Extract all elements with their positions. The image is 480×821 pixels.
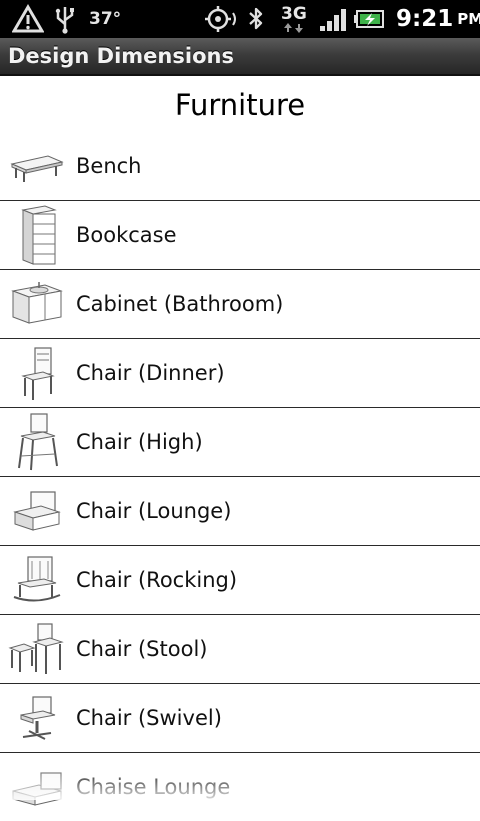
list-item-chair-dinner[interactable]: Chair (Dinner)	[0, 339, 480, 408]
list-item-label: Chair (Lounge)	[76, 499, 232, 523]
list-item-label: Chair (Dinner)	[76, 361, 225, 385]
rocking-chair-icon	[8, 548, 66, 612]
clock-time: 9:21	[396, 6, 454, 32]
list-item-cabinet-bathroom[interactable]: Cabinet (Bathroom)	[0, 270, 480, 339]
furniture-list: Bench Bookcase Cabinet (Bathroom) Chair …	[0, 132, 480, 821]
app-title-bar: Design Dimensions	[0, 38, 480, 76]
list-item-chair-high[interactable]: Chair (High)	[0, 408, 480, 477]
page-title: Furniture	[174, 88, 306, 122]
list-item-label: Bench	[76, 154, 142, 178]
chaise-lounge-icon	[8, 755, 66, 819]
dinner-chair-icon	[8, 341, 66, 405]
stool-icon	[8, 617, 66, 681]
cabinet-icon	[8, 272, 66, 336]
battery-charging-icon	[354, 0, 388, 38]
bench-icon	[8, 134, 66, 198]
list-item-chair-lounge[interactable]: Chair (Lounge)	[0, 477, 480, 546]
list-item-label: Chair (High)	[76, 430, 203, 454]
list-item-label: Cabinet (Bathroom)	[76, 292, 284, 316]
list-item-chair-rocking[interactable]: Chair (Rocking)	[0, 546, 480, 615]
list-item-bench[interactable]: Bench	[0, 132, 480, 201]
network-3g-icon: 3G	[281, 0, 307, 38]
warning-icon	[12, 0, 44, 38]
network-type-label: 3G	[281, 3, 307, 24]
list-item-label: Chair (Swivel)	[76, 706, 222, 730]
list-item-chair-swivel[interactable]: Chair (Swivel)	[0, 684, 480, 753]
usb-icon	[54, 0, 76, 38]
signal-icon	[318, 0, 348, 38]
lounge-chair-icon	[8, 479, 66, 543]
list-item-chair-stool[interactable]: Chair (Stool)	[0, 615, 480, 684]
bookcase-icon	[8, 203, 66, 267]
app-title: Design Dimensions	[8, 44, 234, 68]
high-chair-icon	[8, 410, 66, 474]
bluetooth-icon	[247, 0, 265, 38]
clock: 9:21 PM	[396, 0, 480, 38]
list-item-chaise-lounge[interactable]: Chaise Lounge	[0, 753, 480, 821]
status-bar: 37° 3G 9:21 PM	[0, 0, 480, 38]
gps-icon	[202, 0, 238, 38]
list-item-label: Bookcase	[76, 223, 177, 247]
list-item-bookcase[interactable]: Bookcase	[0, 201, 480, 270]
list-item-label: Chair (Stool)	[76, 637, 208, 661]
swivel-chair-icon	[8, 686, 66, 750]
clock-ampm: PM	[457, 10, 480, 28]
temperature-readout: 37°	[89, 9, 122, 29]
list-item-label: Chair (Rocking)	[76, 568, 238, 592]
list-item-label: Chaise Lounge	[76, 775, 231, 799]
